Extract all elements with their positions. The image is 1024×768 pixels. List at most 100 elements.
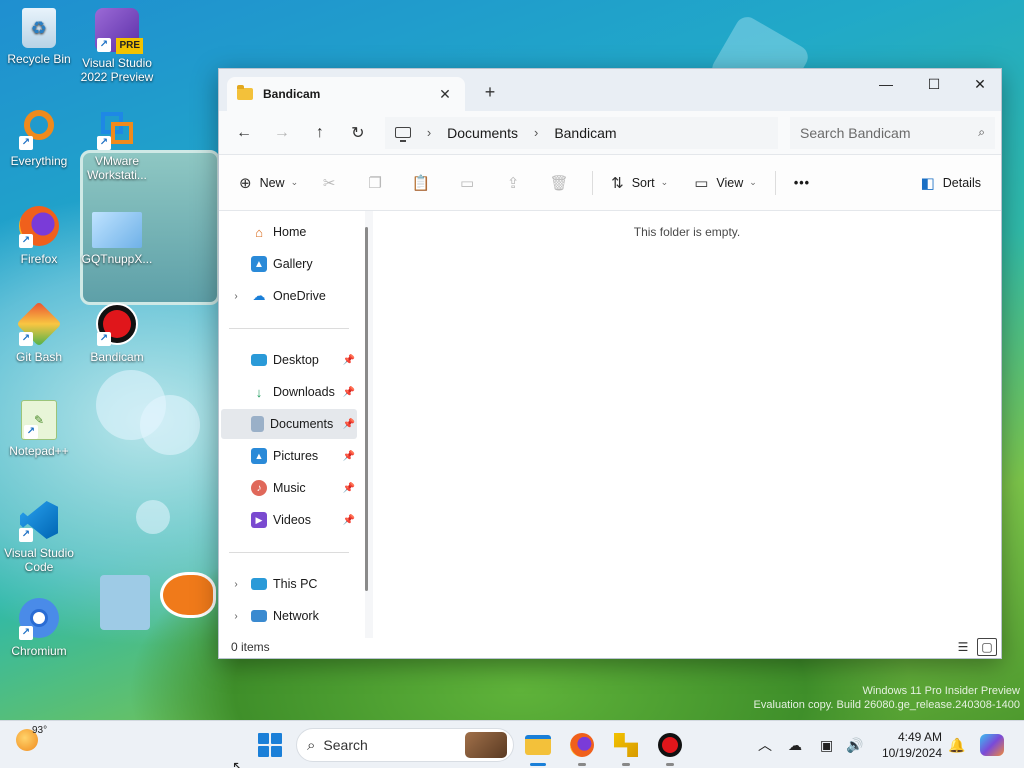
sort-label: Sort (631, 175, 655, 190)
pin-icon[interactable]: 📌 (343, 355, 355, 366)
more-options-button[interactable]: ••• (786, 167, 818, 199)
taskbar-file-explorer[interactable] (522, 729, 554, 766)
everything-search-icon: ↗ (17, 106, 61, 150)
tray-volume[interactable]: 🔊 (846, 721, 863, 768)
nav-item-home[interactable]: ⌂ Home (221, 217, 357, 247)
clock[interactable]: 4:49 AM 10/19/2024 (872, 729, 942, 761)
details-pane-icon: ◧ (920, 174, 935, 192)
running-indicator (578, 763, 586, 766)
view-icon: ▭ (694, 174, 709, 192)
pin-icon[interactable]: 📌 (343, 387, 355, 398)
nav-item-network[interactable]: › Network (221, 601, 357, 631)
notifications-button[interactable]: 🔔 (948, 721, 965, 768)
nav-item-gallery[interactable]: ▲ Gallery (221, 249, 357, 279)
taskbar-firefox[interactable] (566, 729, 598, 766)
delete-button[interactable]: 🗑 (536, 167, 582, 199)
new-button[interactable]: ⊕ New ⌄ (231, 167, 306, 199)
nav-item-videos[interactable]: ▶ Videos 📌 (221, 505, 357, 535)
file-list-area[interactable]: This folder is empty. (373, 211, 1001, 638)
desktop-icon-everything[interactable]: ↗ Everything (0, 106, 78, 168)
nav-item-this-pc[interactable]: › This PC (221, 569, 357, 599)
view-label: View (716, 175, 744, 190)
chromium-icon: ↗ (17, 596, 61, 640)
details-pane-button[interactable]: ◧ Details (913, 167, 989, 199)
expand-chevron-icon[interactable]: › (229, 611, 243, 622)
pin-icon[interactable]: 📌 (343, 483, 355, 494)
minimize-button[interactable]: — (863, 69, 909, 99)
nav-item-documents[interactable]: Documents 📌 (221, 409, 357, 439)
taskbar-bandicam[interactable] (654, 729, 686, 766)
cut-button[interactable]: ✂ (306, 167, 352, 199)
nav-label: OneDrive (273, 289, 326, 303)
address-bar[interactable]: › Documents › Bandicam (384, 116, 778, 149)
network-icon: ▣ (820, 736, 834, 753)
forward-button[interactable]: → (263, 117, 301, 149)
nav-item-pictures[interactable]: ▲ Pictures 📌 (221, 441, 357, 471)
notepadpp-icon: ✎ ↗ (21, 400, 57, 440)
breadcrumb-documents[interactable]: Documents (447, 125, 518, 141)
watermark-line-2: Evaluation copy. Build 26080.ge_release.… (753, 699, 1020, 711)
documents-icon (251, 416, 264, 432)
maximize-button[interactable]: ☐ (911, 69, 957, 99)
sort-button[interactable]: ⇅ Sort ⌄ (603, 167, 676, 199)
search-icon: ⌕ (307, 736, 316, 754)
search-box[interactable]: Search Bandicam ⌕ (790, 116, 996, 149)
close-button[interactable]: ✕ (957, 69, 1003, 99)
nav-label: Network (273, 609, 319, 623)
back-button[interactable]: ← (225, 117, 263, 149)
file-explorer-window: Bandicam ✕ + — ☐ ✕ ← → ↑ ↻ › Documents ›… (218, 68, 1002, 659)
desktop-icon-vscode[interactable]: ↗ Visual Studio Code (0, 498, 78, 574)
nav-item-music[interactable]: ♪ Music 📌 (221, 473, 357, 503)
desktop-icon-notepadpp[interactable]: ✎ ↗ Notepad++ (0, 400, 78, 458)
desktop-icon-label: Visual Studio 2022 Preview (80, 56, 154, 84)
copy-button[interactable]: ❐ (352, 167, 398, 199)
share-button[interactable]: ⇪ (490, 167, 536, 199)
expand-chevron-icon[interactable]: › (229, 291, 243, 302)
new-tab-button[interactable]: + (477, 79, 503, 105)
desktop-icon-recycle-bin[interactable]: ♻ Recycle Bin (0, 8, 78, 66)
breadcrumb-bandicam[interactable]: Bandicam (554, 125, 616, 141)
nav-item-onedrive[interactable]: › ☁ OneDrive (221, 281, 357, 311)
nav-divider (229, 328, 349, 329)
taskbar-app[interactable] (610, 729, 642, 766)
details-view-button[interactable]: ☰ (953, 638, 973, 656)
nav-item-desktop[interactable]: Desktop 📌 (221, 345, 357, 375)
rename-button[interactable]: ▭ (444, 167, 490, 199)
paste-button[interactable]: 📋 (398, 167, 444, 199)
app-icon (614, 733, 638, 757)
git-bash-icon: ↗ (16, 301, 62, 347)
view-button[interactable]: ▭ View ⌄ (686, 167, 765, 199)
pin-icon[interactable]: 📌 (343, 451, 355, 462)
nav-item-downloads[interactable]: ↓ Downloads 📌 (221, 377, 357, 407)
nav-scrollbar[interactable] (365, 227, 368, 591)
desktop-icon-image-file[interactable]: GQTnuppX... (78, 212, 156, 266)
tray-onedrive[interactable]: ☁ (788, 721, 802, 768)
weather-widget[interactable]: 93° (16, 725, 47, 751)
desktop-icon-vmware[interactable]: ↗ VMware Workstati... (78, 106, 156, 182)
divider (774, 170, 776, 195)
tab-close-icon[interactable]: ✕ (435, 86, 455, 103)
chevron-right-icon[interactable]: › (427, 125, 431, 140)
expand-chevron-icon[interactable]: › (229, 579, 243, 590)
watermark: Windows 11 Pro Insider Preview Evaluatio… (754, 684, 1020, 712)
up-button[interactable]: ↑ (301, 117, 339, 149)
tray-network[interactable]: ▣ (820, 721, 833, 768)
desktop-icon-firefox[interactable]: ↗ Firefox (0, 204, 78, 266)
copilot-button[interactable] (980, 721, 1004, 768)
pin-icon[interactable]: 📌 (343, 515, 355, 526)
tiles-view-button[interactable]: ▢ (977, 638, 997, 656)
desktop-icon-bandicam[interactable]: ↗ Bandicam (78, 302, 156, 364)
desktop-icon-visual-studio-2022-preview[interactable]: PRE ↗ Visual Studio 2022 Preview (78, 8, 156, 84)
start-button[interactable] (258, 733, 282, 757)
desktop-icon-chromium[interactable]: ↗ Chromium (0, 596, 78, 658)
desktop-icon-label: Recycle Bin (7, 52, 71, 66)
music-icon: ♪ (251, 480, 267, 496)
pin-icon[interactable]: 📌 (343, 419, 355, 430)
tab-bandicam[interactable]: Bandicam ✕ (227, 77, 465, 111)
desktop-icon-git-bash[interactable]: ↗ Git Bash (0, 301, 78, 364)
arrow-left-icon: ← (235, 123, 252, 141)
taskbar-search[interactable]: ⌕ Search (296, 728, 514, 762)
chevron-right-icon[interactable]: › (534, 125, 538, 140)
refresh-button[interactable]: ↻ (339, 117, 377, 149)
show-hidden-icons-button[interactable]: ︿ (758, 721, 772, 768)
